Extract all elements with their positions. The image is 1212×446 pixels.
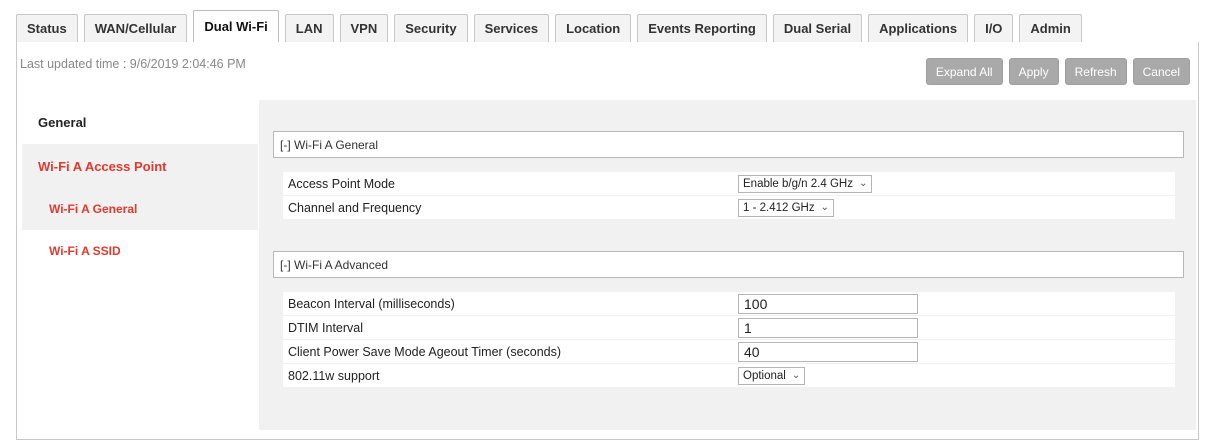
pmf-support-select[interactable]: Optional ⌄ — [738, 366, 806, 385]
ageout-timer-label: Client Power Save Mode Ageout Timer (sec… — [288, 344, 562, 359]
sidebar-item-wifi-a-ssid[interactable]: Wi-Fi A SSID — [22, 230, 258, 272]
beacon-interval-label: Beacon Interval (milliseconds) — [288, 296, 455, 311]
sidebar-item-wifi-a-general[interactable]: Wi-Fi A General — [22, 188, 258, 230]
main-tab-bar: Status WAN/Cellular Dual Wi-Fi LAN VPN S… — [16, 8, 1088, 42]
tab-vpn[interactable]: VPN — [339, 14, 389, 42]
cancel-button[interactable]: Cancel — [1132, 58, 1190, 85]
chevron-down-icon: ⌄ — [791, 370, 801, 381]
expand-all-button[interactable]: Expand All — [925, 58, 1003, 85]
ageout-timer-row: Client Power Save Mode Ageout Timer (sec… — [283, 340, 1175, 363]
last-updated-text: Last updated time : 9/6/2019 2:04:46 PM — [20, 57, 246, 71]
pmf-support-value: Optional — [743, 369, 786, 382]
tab-events-reporting[interactable]: Events Reporting — [637, 14, 767, 42]
dtim-interval-label: DTIM Interval — [288, 320, 364, 335]
channel-frequency-label: Channel and Frequency — [288, 200, 422, 215]
tab-status[interactable]: Status — [16, 14, 78, 42]
pmf-support-label: 802.11w support — [288, 368, 380, 383]
chevron-down-icon: ⌄ — [858, 178, 868, 189]
apply-button[interactable]: Apply — [1008, 58, 1059, 85]
access-point-mode-select[interactable]: Enable b/g/n 2.4 GHz ⌄ — [738, 174, 873, 193]
channel-frequency-select[interactable]: 1 - 2.412 GHz ⌄ — [738, 198, 834, 217]
sidebar-item-general[interactable]: General — [22, 100, 258, 144]
wifi-a-advanced-rows: Beacon Interval (milliseconds) DTIM Inte… — [283, 292, 1175, 388]
tab-security[interactable]: Security — [394, 14, 468, 42]
wifi-a-advanced-section-header[interactable]: [-] Wi-Fi A Advanced — [273, 251, 1184, 278]
toolbar: Expand All Apply Refresh Cancel — [920, 58, 1190, 85]
access-point-mode-row: Access Point Mode Enable b/g/n 2.4 GHz ⌄ — [283, 172, 1175, 195]
tab-services[interactable]: Services — [473, 14, 550, 42]
tab-io[interactable]: I/O — [974, 14, 1014, 42]
channel-frequency-row: Channel and Frequency 1 - 2.412 GHz ⌄ — [283, 196, 1175, 219]
tab-location[interactable]: Location — [555, 14, 632, 42]
beacon-interval-row: Beacon Interval (milliseconds) — [283, 292, 1175, 315]
wifi-a-general-rows: Access Point Mode Enable b/g/n 2.4 GHz ⌄… — [283, 172, 1175, 220]
access-point-mode-label: Access Point Mode — [288, 176, 395, 191]
wifi-a-general-section-header[interactable]: [-] Wi-Fi A General — [273, 131, 1184, 158]
tab-wan-cellular[interactable]: WAN/Cellular — [83, 14, 188, 42]
pmf-support-row: 802.11w support Optional ⌄ — [283, 364, 1175, 387]
beacon-interval-input[interactable] — [738, 293, 918, 314]
tab-applications[interactable]: Applications — [868, 14, 969, 42]
chevron-down-icon: ⌄ — [820, 202, 829, 213]
tab-dual-serial[interactable]: Dual Serial — [772, 14, 863, 42]
refresh-button[interactable]: Refresh — [1064, 58, 1127, 85]
settings-panel: [-] Wi-Fi A General Access Point Mode En… — [259, 100, 1196, 430]
sidebar-item-wifi-a-access-point[interactable]: Wi-Fi A Access Point — [22, 144, 258, 188]
tab-lan[interactable]: LAN — [284, 14, 334, 42]
dtim-interval-row: DTIM Interval — [283, 316, 1175, 339]
dtim-interval-input[interactable] — [738, 317, 918, 338]
tab-admin[interactable]: Admin — [1019, 14, 1082, 42]
access-point-mode-value: Enable b/g/n 2.4 GHz — [743, 177, 853, 190]
ageout-timer-input[interactable] — [738, 341, 918, 362]
sidebar: General Wi-Fi A Access Point Wi-Fi A Gen… — [22, 100, 258, 272]
tab-dual-wifi[interactable]: Dual Wi-Fi — [193, 10, 279, 42]
channel-frequency-value: 1 - 2.412 GHz — [743, 201, 815, 214]
